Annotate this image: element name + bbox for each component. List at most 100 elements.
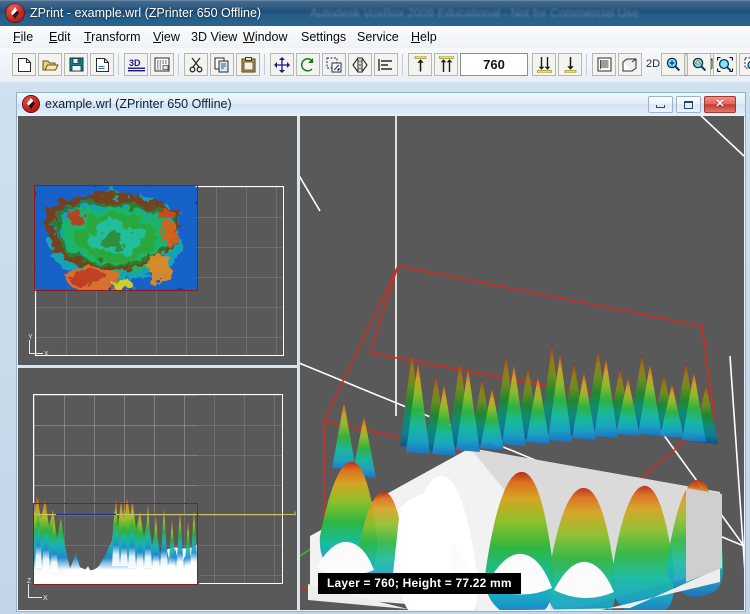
menu-item-settings[interactable]: Settings xyxy=(296,29,351,46)
document-title: example.wrl (ZPrinter 650 Offline) xyxy=(45,97,232,111)
new-file-button[interactable] xyxy=(12,53,36,76)
view-list-button[interactable] xyxy=(150,53,174,76)
copy-pages-icon xyxy=(214,57,229,72)
watermark-text: Autodesk VoxBox 2009 Educational - Not f… xyxy=(310,6,639,20)
minimize-icon xyxy=(656,105,665,108)
zprint-application-window: ZPrint - example.wrl (ZPrinter 650 Offli… xyxy=(0,0,750,614)
build-chamber-wireframe xyxy=(300,116,744,570)
zoom-window-icon xyxy=(744,57,750,70)
layer-up-button[interactable] xyxy=(408,53,432,76)
arrow-down-icon xyxy=(564,57,576,73)
menu-item-edit[interactable]: Edit xyxy=(44,29,76,46)
zoom-window-button[interactable] xyxy=(739,53,750,76)
list-view-icon xyxy=(154,57,170,72)
magnifier-plus-icon xyxy=(666,57,680,72)
new-document-icon xyxy=(17,57,31,72)
layer-field[interactable]: 760 xyxy=(460,53,528,76)
zoom-fit-button[interactable] xyxy=(713,53,737,76)
layer-top-button[interactable] xyxy=(434,53,458,76)
axis-x-label: X xyxy=(44,351,49,358)
minimize-button[interactable] xyxy=(648,96,673,113)
open-folder-icon xyxy=(42,60,59,70)
top-view-xy[interactable]: Y X xyxy=(20,118,296,364)
document-icon xyxy=(23,96,39,112)
axis-z-line xyxy=(28,584,29,598)
mdi-client-area: example.wrl (ZPrinter 650 Offline) ✕ Y X… xyxy=(0,82,750,614)
close-button[interactable]: ✕ xyxy=(704,96,736,113)
front-view-xz[interactable]: Z X xyxy=(20,368,296,608)
scale-box-icon xyxy=(326,57,342,72)
top-view-bounding-box xyxy=(34,185,198,291)
menu-item-3d-view[interactable]: 3D View xyxy=(186,29,242,46)
menu-item-service[interactable]: Service xyxy=(352,29,404,46)
scissors-icon xyxy=(189,57,203,72)
toolbar-separator-4 xyxy=(402,54,403,75)
bounding-box-3d xyxy=(323,265,716,596)
top-view-axis-indicator: Y X xyxy=(28,334,55,358)
maximize-button[interactable] xyxy=(676,96,701,113)
slab-right-face xyxy=(686,488,722,582)
properties-list-icon xyxy=(597,57,611,72)
axis-x-line xyxy=(28,597,42,598)
axis-y-label: Y xyxy=(28,334,33,341)
double-arrow-up-icon xyxy=(438,56,454,72)
status-badge: Layer = 760; Height = 77.22 mm xyxy=(318,573,521,594)
toolbar-separator-5 xyxy=(586,54,587,75)
scale-button[interactable] xyxy=(322,53,346,76)
close-icon: ✕ xyxy=(715,98,725,110)
toolbar-separator-2 xyxy=(178,54,179,75)
save-as-button[interactable] xyxy=(90,53,114,76)
wireframe-button[interactable] xyxy=(618,53,642,76)
front-view-bounding-box xyxy=(33,503,198,585)
layer-down-button[interactable] xyxy=(558,53,582,76)
document-window: example.wrl (ZPrinter 650 Offline) ✕ Y X… xyxy=(16,92,746,612)
axis-y-line xyxy=(29,340,30,354)
zoom-in-button[interactable] xyxy=(661,53,685,76)
copy-button[interactable] xyxy=(210,53,234,76)
move-button[interactable] xyxy=(270,53,294,76)
viewport-container: Y X Z X Layer = 760; Height = 77.22 mm xyxy=(18,116,744,610)
mirror-button[interactable] xyxy=(348,53,372,76)
open-file-button[interactable] xyxy=(38,53,62,76)
zprint-logo-icon xyxy=(6,4,24,22)
magnifier-minus-icon xyxy=(692,57,706,72)
menu-bar: FFileile Edit Transform View 3D View Win… xyxy=(0,26,750,49)
toolbar-separator-1 xyxy=(118,54,119,75)
menu-item-help[interactable]: Help xyxy=(406,29,442,46)
front-view-axis-indicator: Z X xyxy=(27,578,54,602)
axis-x-label: X xyxy=(43,595,48,602)
floppy-disk-icon xyxy=(69,57,83,72)
page-title: ZPrint - example.wrl (ZPrinter 650 Offli… xyxy=(30,6,262,20)
3d-scene xyxy=(300,116,744,610)
svg-text:3D: 3D xyxy=(129,58,141,68)
move-arrows-icon xyxy=(274,56,290,73)
menu-item-window[interactable]: Window xyxy=(238,29,292,46)
save-file-button[interactable] xyxy=(64,53,88,76)
view-2d-label: 2D xyxy=(646,58,661,70)
terrain-spikes-back xyxy=(332,344,718,478)
main-title-bar: ZPrint - example.wrl (ZPrinter 650 Offli… xyxy=(0,0,750,26)
menu-item-view[interactable]: View xyxy=(148,29,185,46)
paste-button[interactable] xyxy=(236,53,260,76)
view-3d-button[interactable]: 3D xyxy=(124,53,148,76)
toolbar-separator-3 xyxy=(264,54,265,75)
layer-line-handle[interactable] xyxy=(294,511,296,516)
rotate-arrows-icon xyxy=(300,57,314,72)
clipboard-icon xyxy=(241,56,255,72)
zoom-fit-icon xyxy=(717,57,733,72)
menu-item-file[interactable]: FFileile xyxy=(8,29,38,46)
double-arrow-down-icon xyxy=(536,57,552,73)
maximize-icon xyxy=(684,100,693,109)
rotate-button[interactable] xyxy=(296,53,320,76)
axis-green-line xyxy=(300,535,331,557)
zoom-out-button[interactable] xyxy=(687,53,711,76)
layer-bottom-button[interactable] xyxy=(532,53,556,76)
cut-button[interactable] xyxy=(184,53,208,76)
wireframe-box-icon xyxy=(622,58,636,71)
menu-item-transform[interactable]: Transform xyxy=(79,29,146,46)
properties-button[interactable] xyxy=(592,53,616,76)
align-button[interactable] xyxy=(374,53,398,76)
arrow-up-icon xyxy=(414,56,426,72)
perspective-3d-view[interactable]: Layer = 760; Height = 77.22 mm xyxy=(300,116,744,610)
align-left-icon xyxy=(378,58,392,71)
